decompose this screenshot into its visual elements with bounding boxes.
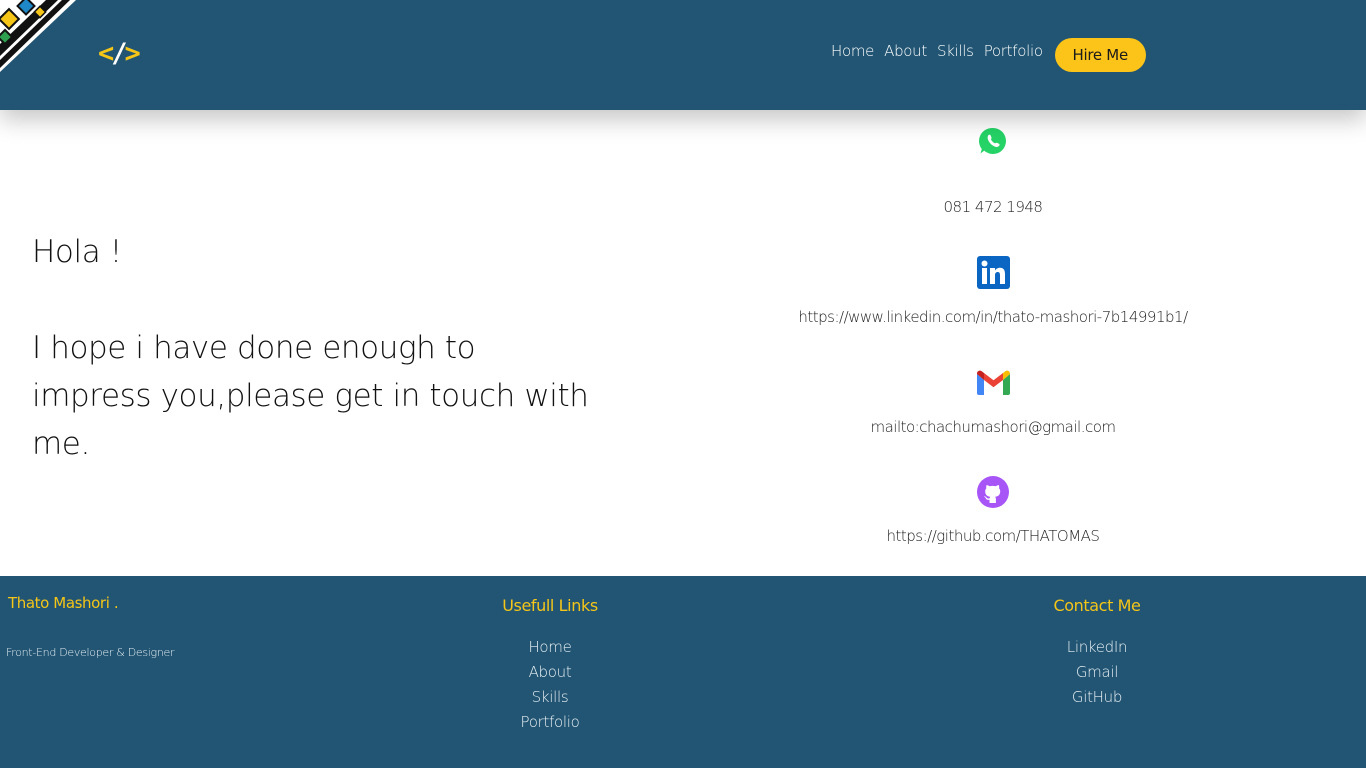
logo-slash: / [111,38,127,69]
message-line-2: impress you,please get in touch with [32,378,589,414]
nav-home[interactable]: Home [831,39,874,63]
gmail-icon[interactable] [976,370,1010,395]
github-url-text[interactable]: https://github.com/THATOMAS [760,526,1226,546]
linkedin-url-text[interactable]: https://www.linkedin.com/in/thato-mashor… [760,307,1226,327]
phone-number-text[interactable]: 081 472 1948 [760,197,1226,217]
footer-link-portfolio[interactable]: Portfolio [490,710,610,735]
footer-link-linkedin[interactable]: LinkedIn [1037,635,1157,660]
footer-useful-links: Usefull Links Home About Skills Portfoli… [490,596,610,735]
footer-brand-name: Thato Mashori . [8,594,119,612]
contact-linkedin: https://www.linkedin.com/in/thato-mashor… [760,256,1226,327]
nav-about[interactable]: About [884,39,927,63]
nav-skills[interactable]: Skills [937,39,974,63]
footer-link-about[interactable]: About [490,660,610,685]
hire-me-button[interactable]: Hire Me [1054,38,1146,72]
contact-email: mailto:chachumashori@gmail.com [760,370,1226,437]
email-link-text[interactable]: mailto:chachumashori@gmail.com [760,417,1226,437]
whatsapp-icon[interactable] [978,126,1008,156]
site-header: </> Home About Skills Portfolio Hire Me [0,0,1366,110]
footer-contact-links: Contact Me LinkedIn Gmail GitHub [1037,596,1157,710]
message-line-3: me. [32,426,90,462]
footer-link-gmail[interactable]: Gmail [1037,660,1157,685]
logo-left-bracket: < [98,38,114,69]
footer-link-github[interactable]: GitHub [1037,685,1157,710]
main-nav: Home About Skills Portfolio Hire Me [831,38,1146,72]
site-footer: Thato Mashori . Front-End Developer & De… [0,576,1366,768]
contact-me-title: Contact Me [1053,596,1141,615]
footer-link-home[interactable]: Home [490,635,610,660]
github-icon[interactable] [977,476,1009,508]
useful-links-title: Usefull Links [502,596,598,615]
contact-whatsapp: 081 472 1948 [760,126,1226,217]
contact-github: https://github.com/THATOMAS [760,476,1226,546]
decorative-pattern-icon [0,0,76,72]
logo-right-bracket: > [124,38,141,69]
footer-role-text: Front-End Developer & Designer [6,646,175,659]
message-line-1: I hope i have done enough to [32,330,476,366]
contact-message: Hola ! I hope i have done enough to impr… [32,228,632,468]
linkedin-icon[interactable] [976,256,1010,289]
logo-code-icon[interactable]: </> [98,38,141,70]
footer-link-skills[interactable]: Skills [490,685,610,710]
greeting-text: Hola ! [32,234,122,270]
nav-portfolio[interactable]: Portfolio [984,39,1043,63]
